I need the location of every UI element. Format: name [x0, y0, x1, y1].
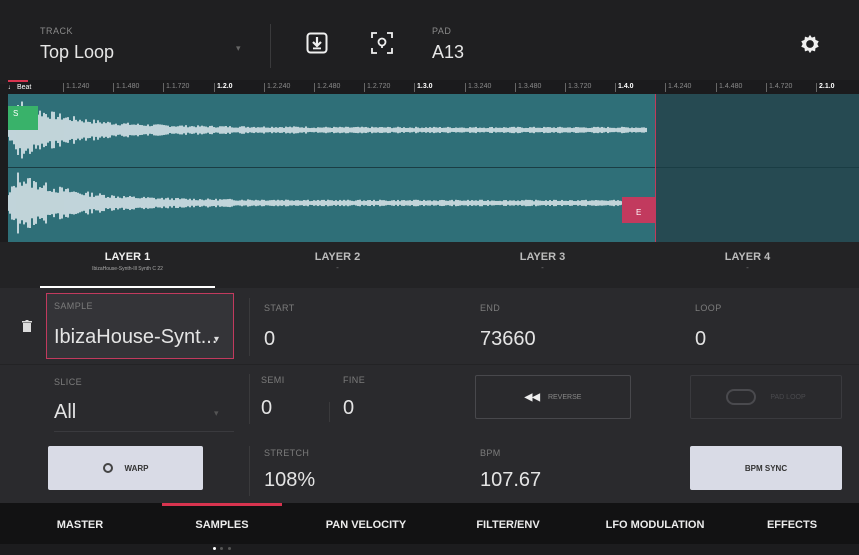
divider-stretch — [249, 446, 250, 496]
ruler-position-marker — [8, 80, 28, 82]
pad-value[interactable]: A13 — [432, 42, 464, 63]
start-label: START — [264, 303, 295, 313]
tab-filter-env[interactable]: FILTER/ENV — [438, 503, 578, 544]
divider-fine — [329, 402, 330, 422]
layer-1-tab[interactable]: LAYER 1 IbizaHouse-Synth-Ill Synth C 22 — [20, 242, 235, 288]
stretch-label: STRETCH — [264, 448, 310, 458]
ruler-tick: 1.3.720 — [564, 83, 592, 92]
row-divider — [0, 364, 859, 365]
ruler-tick: 1.4.0 — [615, 83, 634, 92]
layer-4-sample: - — [746, 263, 749, 272]
track-selector[interactable]: Top Loop — [40, 42, 114, 63]
tab-effects[interactable]: EFFECTS — [732, 503, 852, 544]
ruler-tick: 1.2.0 — [214, 83, 233, 92]
layer-tabs: LAYER 1 IbizaHouse-Synth-Ill Synth C 22 … — [0, 242, 859, 288]
layer-4-name: LAYER 4 — [724, 251, 771, 263]
end-marker[interactable]: E — [622, 197, 656, 223]
loop-label: LOOP — [695, 303, 722, 313]
ruler-tick: 1.2.480 — [313, 83, 341, 92]
stretch-value[interactable]: 108% — [264, 469, 315, 492]
tab-master[interactable]: MASTER — [10, 503, 150, 544]
settings-gear-icon[interactable] — [798, 32, 822, 56]
download-icon[interactable] — [305, 31, 329, 55]
start-marker[interactable]: S — [8, 106, 38, 130]
bpm-sync-button[interactable]: BPM SYNC — [690, 446, 842, 490]
layer-4-tab[interactable]: LAYER 4 - — [640, 242, 855, 288]
layer-2-name: LAYER 2 — [314, 251, 361, 263]
pad-loop-button[interactable]: PAD LOOP — [690, 375, 842, 419]
locate-pad-icon[interactable] — [369, 30, 395, 56]
ruler-tick: 2.1.0 — [816, 83, 835, 92]
end-label: END — [480, 303, 501, 313]
ruler-tick: 1.2.720 — [363, 83, 391, 92]
semi-value[interactable]: 0 — [261, 397, 272, 420]
ruler-tick: 1.2.240 — [263, 83, 291, 92]
page-dots — [213, 537, 231, 555]
ruler-tick: 1.1.720 — [162, 83, 190, 92]
channel-divider — [8, 167, 859, 168]
sample-params-panel: SAMPLE IbizaHouse-Synt... ▾ START 0 END … — [0, 288, 859, 503]
layer-3-sample: - — [541, 263, 544, 272]
bpm-label: BPM — [480, 448, 501, 458]
warp-label: WARP — [124, 463, 149, 473]
ruler-tick: 1.3.480 — [514, 83, 542, 92]
slice-dropdown-icon[interactable]: ▾ — [214, 408, 219, 419]
reverse-button[interactable]: ◀◀ REVERSE — [475, 375, 631, 419]
layer-3-tab[interactable]: LAYER 3 - — [435, 242, 650, 288]
reverse-icon: ◀◀ — [524, 391, 540, 403]
end-value[interactable]: 73660 — [480, 328, 536, 351]
pad-label: PAD — [432, 26, 452, 36]
tab-lfo-modulation[interactable]: LFO MODULATION — [580, 503, 730, 544]
ruler-tick: 1.3.240 — [464, 83, 492, 92]
sample-label: SAMPLE — [54, 301, 93, 311]
ruler-unit: Beat — [16, 84, 32, 91]
header-bar: TRACK Top Loop ▾ PAD A13 — [0, 0, 859, 84]
layer-2-sample: - — [336, 263, 339, 272]
timeline-ruler[interactable]: ♩ Beat 1.1.240 1.1.480 1.1.720 1.2.0 1.2.240… — [8, 80, 859, 94]
divider-start — [249, 298, 250, 356]
slice-label: SLICE — [54, 377, 83, 387]
semi-label: SEMI — [261, 375, 285, 385]
ruler-tick: 1.1.480 — [112, 83, 140, 92]
ruler-tick: 1.1.240 — [62, 83, 90, 92]
start-value[interactable]: 0 — [264, 328, 275, 351]
warp-button[interactable]: WARP — [48, 446, 203, 490]
layer-1-name: LAYER 1 — [104, 251, 151, 263]
slice-underline — [54, 431, 234, 432]
delete-trash-icon[interactable] — [22, 319, 32, 337]
waveform-display[interactable]: S E — [8, 94, 859, 242]
loop-value[interactable]: 0 — [695, 328, 706, 351]
fine-value[interactable]: 0 — [343, 397, 354, 420]
slice-value[interactable]: All — [54, 401, 76, 424]
tab-pan-velocity[interactable]: PAN VELOCITY — [296, 503, 436, 544]
header-divider — [270, 24, 271, 68]
pad-loop-label: PAD LOOP — [770, 393, 806, 401]
layer-1-sample: IbizaHouse-Synth-Ill Synth C 22 — [92, 266, 163, 272]
warp-icon — [102, 463, 113, 473]
ruler-tick: 1.4.720 — [765, 83, 793, 92]
layer-3-name: LAYER 3 — [519, 251, 566, 263]
waveform-graphic — [8, 101, 647, 234]
divider-semi — [249, 374, 250, 424]
track-label: TRACK — [40, 26, 74, 36]
bottom-tab-bar: MASTER SAMPLES PAN VELOCITY FILTER/ENV L… — [0, 503, 859, 550]
sample-dropdown-icon[interactable]: ▾ — [214, 334, 219, 345]
bpm-sync-label: BPM SYNC — [744, 463, 788, 473]
sample-value: IbizaHouse-Synt... — [54, 326, 218, 348]
ruler-tick: 1.4.240 — [664, 83, 692, 92]
ruler-tick: 1.3.0 — [414, 83, 433, 92]
ruler-tick: 1.4.480 — [715, 83, 743, 92]
ruler-unit-label: ♩ Beat — [8, 84, 32, 91]
fine-label: FINE — [343, 375, 366, 385]
pad-loop-icon — [726, 389, 757, 405]
layer-2-tab[interactable]: LAYER 2 - — [230, 242, 445, 288]
reverse-label: REVERSE — [547, 393, 582, 401]
track-dropdown-icon[interactable]: ▾ — [236, 43, 241, 54]
bpm-value[interactable]: 107.67 — [480, 469, 541, 492]
